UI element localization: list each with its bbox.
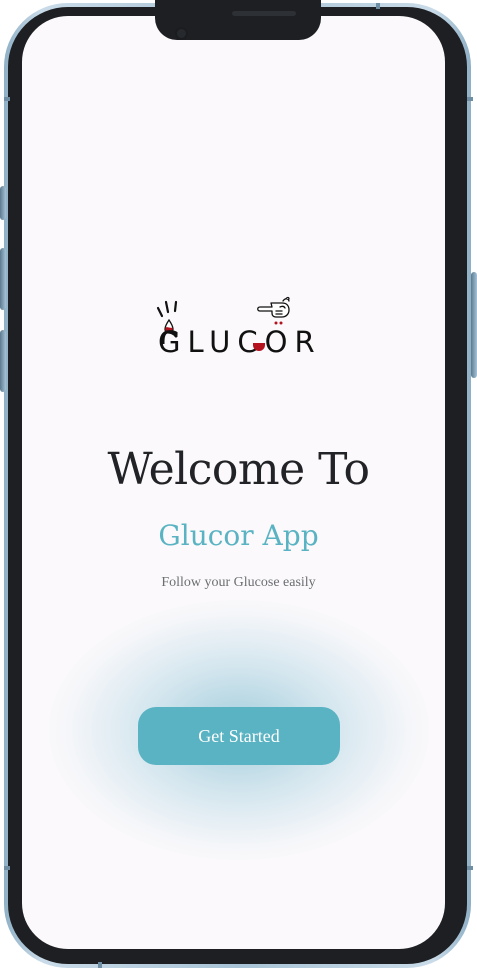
volume-up-button [0, 248, 6, 310]
antenna-band [376, 3, 380, 9]
sparkle-lines-icon [156, 300, 178, 318]
logo-text: GLUCOR [158, 325, 322, 359]
mute-switch [0, 186, 6, 220]
antenna-band [467, 866, 473, 870]
get-started-button[interactable]: Get Started [138, 707, 340, 765]
power-button [471, 272, 477, 378]
antenna-band [98, 962, 102, 968]
antenna-band [4, 97, 10, 101]
tagline: Follow your Glucose easily [161, 575, 316, 590]
front-camera [175, 27, 188, 40]
volume-down-button [0, 330, 6, 392]
speaker-grille [232, 11, 296, 16]
antenna-band [4, 866, 10, 870]
welcome-title: Welcome To [107, 444, 370, 495]
app-name: Glucor App [158, 519, 319, 552]
pointing-hand-icon [257, 296, 290, 318]
antenna-band [467, 97, 473, 101]
